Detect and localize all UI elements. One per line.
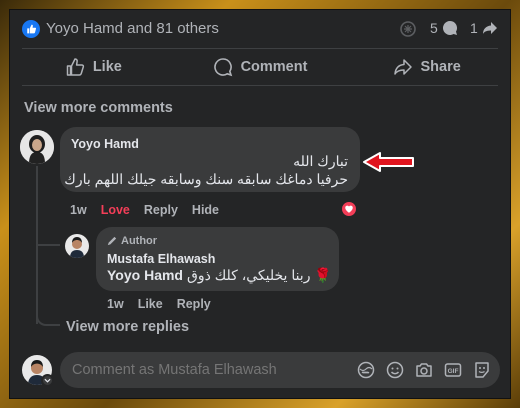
- reply-text: 🌹 ربنا يخليكي، كلك ذوق: [186, 267, 332, 283]
- reply-meta: 1w Like Reply: [107, 297, 211, 311]
- avatar-sticker-icon[interactable]: [356, 360, 376, 380]
- reply-time[interactable]: 1w: [107, 297, 124, 311]
- comments-count[interactable]: 5: [430, 20, 458, 36]
- author-badge: Author: [107, 235, 157, 247]
- reply-mention[interactable]: Yoyo Hamd: [107, 267, 183, 284]
- love-button[interactable]: Love: [101, 203, 130, 217]
- thread-line: [36, 166, 38, 244]
- heart-icon[interactable]: [340, 200, 358, 218]
- comment-text-line1: تبارك الله: [293, 153, 348, 169]
- hide-button[interactable]: Hide: [192, 203, 219, 217]
- comment-panel: Yoyo Hamd and 81 others 5 1 Like Comment…: [10, 10, 510, 398]
- like-button[interactable]: Like: [10, 49, 177, 85]
- gif-icon[interactable]: GIF: [443, 360, 463, 380]
- shares-count[interactable]: 1: [470, 20, 498, 36]
- comment-count-icon: [442, 20, 457, 35]
- action-bar: Like Comment Share: [10, 49, 510, 85]
- thread-connector: [36, 310, 60, 326]
- reply-text-row: Yoyo Hamd 🌹 ربنا يخليكي، كلك ذوق: [107, 267, 332, 284]
- commenter-avatar[interactable]: [20, 130, 54, 164]
- reactions-summary[interactable]: Yoyo Hamd and 81 others: [46, 20, 219, 37]
- view-more-replies-link[interactable]: View more replies: [66, 319, 189, 335]
- reply-like-button[interactable]: Like: [138, 297, 163, 311]
- comment-composer: GIF: [60, 352, 500, 388]
- thread-connector: [36, 244, 60, 246]
- share-button[interactable]: Share: [343, 49, 510, 85]
- reply-avatar[interactable]: [65, 234, 89, 258]
- svg-text:GIF: GIF: [448, 368, 459, 375]
- ai-sparkle-icon[interactable]: [398, 19, 418, 39]
- camera-icon[interactable]: [414, 360, 434, 380]
- view-more-comments-link[interactable]: View more comments: [24, 100, 173, 116]
- divider: [22, 85, 498, 86]
- comment-text-line2: حرفيا دماغك سابقه سنك وسابقه جيلك اللهم …: [64, 171, 348, 187]
- reply-bubble: Author Mustafa Elhawash Yoyo Hamd 🌹 ربنا…: [96, 227, 339, 291]
- share-count-icon: [482, 22, 497, 34]
- comment-input[interactable]: [72, 352, 352, 388]
- comment-meta: 1w Love Reply Hide: [70, 203, 219, 217]
- thumbs-up-icon: [66, 58, 84, 76]
- like-badge-icon[interactable]: [22, 20, 40, 38]
- composer-avatar[interactable]: [22, 355, 54, 387]
- comment-author[interactable]: Yoyo Hamd: [71, 137, 139, 151]
- share-arrow-icon: [393, 59, 412, 75]
- reactions-row: Yoyo Hamd and 81 others 5 1: [10, 10, 510, 48]
- comment-button[interactable]: Comment: [177, 49, 344, 85]
- sticker-icon[interactable]: [472, 360, 492, 380]
- composer-tools: GIF: [356, 360, 492, 380]
- reply-author[interactable]: Mustafa Elhawash: [107, 252, 215, 266]
- pencil-icon: [107, 236, 117, 246]
- comment-icon: [213, 58, 232, 77]
- comment-bubble: Yoyo Hamd تبارك الله حرفيا دماغك سابقه س…: [60, 127, 360, 192]
- annotation-arrow: [363, 152, 414, 172]
- reply-button[interactable]: Reply: [144, 203, 178, 217]
- comment-time[interactable]: 1w: [70, 203, 87, 217]
- chevron-down-icon[interactable]: [41, 374, 54, 387]
- reply-reply-button[interactable]: Reply: [177, 297, 211, 311]
- emoji-icon[interactable]: [385, 360, 405, 380]
